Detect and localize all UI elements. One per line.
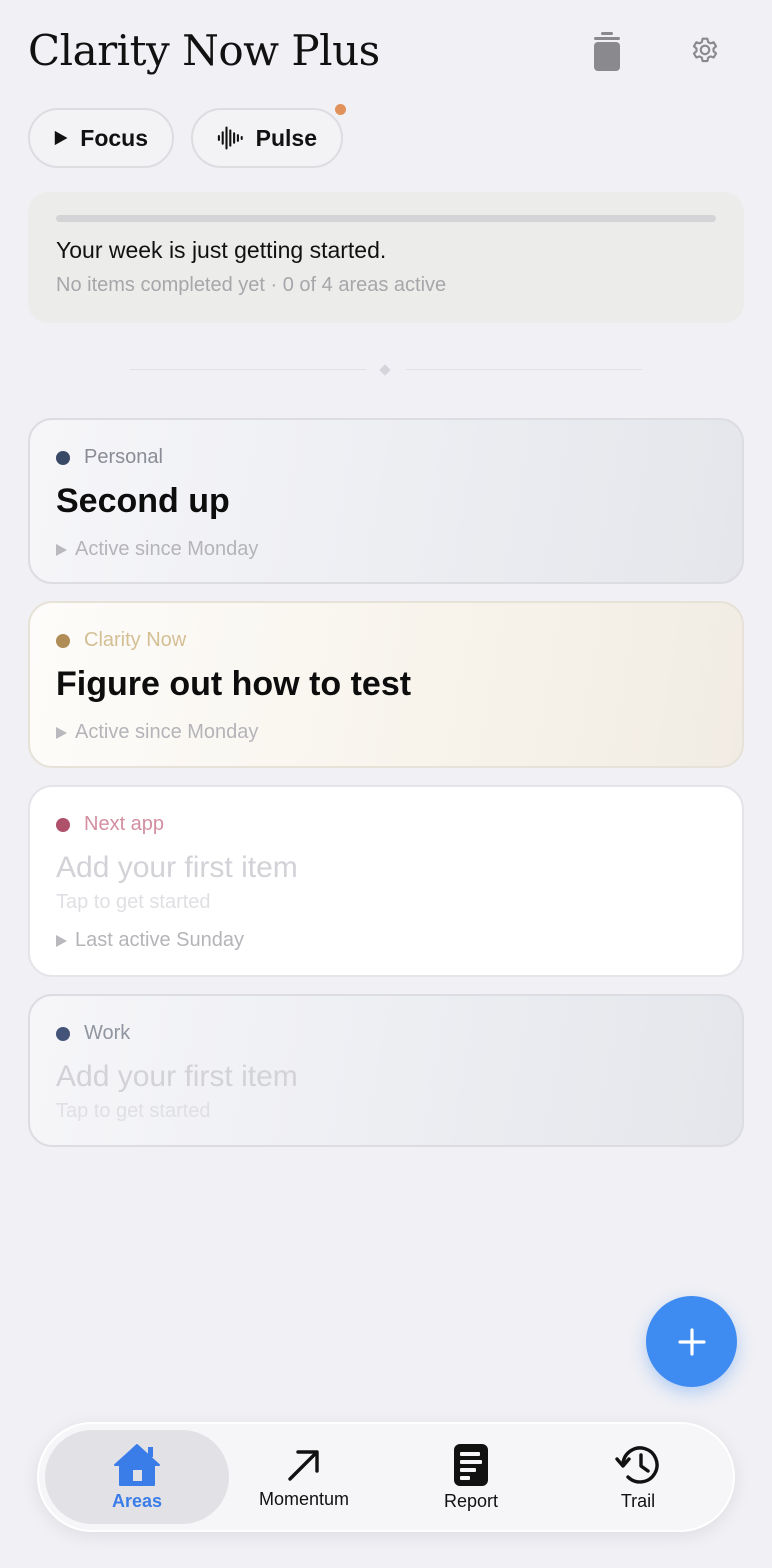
area-name: Work [84, 1022, 131, 1044]
area-card-work[interactable]: Work Add your first item Tap to get star… [28, 994, 744, 1147]
area-status-text: Last active Sunday [75, 929, 244, 951]
area-status-text: Active since Monday [75, 538, 259, 560]
weekly-progress-bar [56, 215, 716, 222]
tab-areas[interactable]: Areas [45, 1430, 229, 1524]
tab-momentum[interactable]: Momentum [212, 1430, 396, 1524]
play-small-icon [56, 543, 67, 556]
area-color-dot [56, 1026, 70, 1041]
area-name: Next app [84, 813, 165, 835]
area-status-text: Active since Monday [75, 721, 259, 743]
pulse-button[interactable]: Pulse [191, 108, 343, 168]
tab-label: Momentum [258, 1488, 350, 1509]
area-current-item: Second up [56, 482, 230, 520]
trash-button[interactable] [583, 28, 631, 76]
trash-can-icon [594, 32, 620, 71]
tab-trail[interactable]: Trail [546, 1430, 730, 1524]
divider-right [406, 369, 642, 370]
tab-report[interactable]: Report [379, 1430, 563, 1524]
area-color-dot [56, 633, 70, 648]
progress-subtitle: No items completed yet · 0 of 4 areas ac… [56, 274, 447, 296]
plus-icon [677, 1327, 706, 1356]
area-name: Personal [84, 446, 163, 468]
area-name: Clarity Now [84, 629, 187, 651]
area-hint: Tap to get started [56, 891, 211, 913]
settings-button[interactable] [681, 28, 729, 76]
pulse-label: Pulse [255, 124, 317, 151]
area-hint: Tap to get started [56, 1100, 211, 1122]
area-status: Active since Monday [56, 721, 258, 744]
area-status: Last active Sunday [56, 929, 244, 952]
area-header: Clarity Now [56, 629, 186, 652]
play-icon [54, 130, 68, 146]
tab-label: Trail [620, 1490, 656, 1511]
tab-label: Report [443, 1490, 499, 1511]
play-small-icon [56, 726, 67, 739]
focus-button[interactable]: Focus [28, 108, 174, 168]
area-header: Personal [56, 446, 163, 469]
area-status: Active since Monday [56, 538, 258, 561]
divider-diamond [379, 364, 391, 376]
app-title: Clarity Now Plus [28, 26, 380, 75]
progress-headline: Your week is just getting started. [56, 237, 387, 263]
area-add-first-item: Add your first item [56, 851, 298, 884]
add-item-button[interactable] [646, 1296, 737, 1387]
history-icon [615, 1445, 659, 1484]
area-card-clarity-now[interactable]: Clarity Now Figure out how to test Activ… [28, 601, 744, 768]
area-current-item: Figure out how to test [56, 665, 412, 703]
app-screen: Clarity Now Plus Focus Pulse Your week i… [0, 0, 772, 1568]
divider-left [130, 369, 366, 370]
waveform-icon [217, 126, 243, 150]
bottom-tab-bar: Areas Momentum Report Trail [37, 1422, 735, 1532]
gear-icon [692, 37, 718, 63]
weekly-progress-card: Your week is just getting started. No it… [28, 192, 744, 323]
tab-label: Areas [111, 1490, 163, 1511]
play-small-icon [56, 934, 67, 947]
area-header: Work [56, 1022, 130, 1045]
focus-label: Focus [80, 124, 148, 151]
arrow-up-right-icon [288, 1449, 319, 1481]
area-card-next-app[interactable]: Next app Add your first item Tap to get … [28, 785, 744, 977]
pulse-notification-dot [335, 104, 346, 115]
area-header: Next app [56, 813, 164, 836]
house-icon [114, 1443, 160, 1486]
area-add-first-item: Add your first item [56, 1060, 298, 1093]
area-color-dot [56, 450, 70, 465]
report-icon [454, 1443, 488, 1486]
area-card-personal[interactable]: Personal Second up Active since Monday [28, 418, 744, 584]
area-color-dot [56, 817, 70, 832]
